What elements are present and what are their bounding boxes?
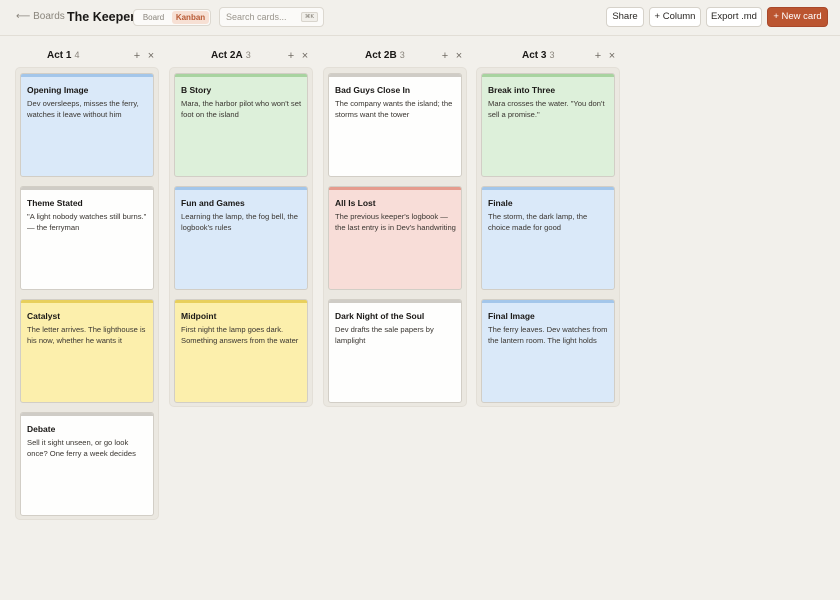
column-act-1: Opening Image Dev oversleeps, misses the … xyxy=(15,67,159,520)
column-title-label: Act 2A xyxy=(211,50,243,61)
column-title: Act 2B 3 xyxy=(365,50,405,61)
card-color-strip xyxy=(21,413,153,416)
story-card[interactable]: Dark Night of the Soul Dev drafts the sal… xyxy=(328,299,462,403)
card-title: Bad Guys Close In xyxy=(335,85,411,95)
column-header-act-2a: Act 2A 3 + × xyxy=(169,50,309,64)
card-title: Catalyst xyxy=(27,311,61,321)
story-card[interactable]: Opening Image Dev oversleeps, misses the … xyxy=(20,73,154,177)
column-card-count: 3 xyxy=(399,50,405,60)
card-description: Mara crosses the water. "You don't sell … xyxy=(488,99,605,119)
card-description: Sell it sight unseen, or go look once? O… xyxy=(27,438,136,458)
card-title: Debate xyxy=(27,424,56,434)
story-card[interactable]: All Is Lost The previous keeper's logbook… xyxy=(328,186,462,290)
board-title: The Keeper xyxy=(67,10,136,24)
column-header-act-2b: Act 2B 3 + × xyxy=(323,50,463,64)
share-button[interactable]: Share xyxy=(606,7,644,27)
column-header-act-1: Act 1 4 + × xyxy=(15,50,155,64)
story-card[interactable]: Break into Three Mara crosses the water. … xyxy=(481,73,615,177)
card-description: First night the lamp goes dark. Somethin… xyxy=(181,325,299,345)
card-color-strip xyxy=(21,187,153,190)
card-color-strip xyxy=(175,74,307,77)
card-description: Mara, the harbor pilot who won't set foo… xyxy=(181,99,302,119)
card-color-strip xyxy=(329,300,461,303)
column-title: Act 33 xyxy=(522,50,554,61)
story-card[interactable]: Bad Guys Close In The company wants the i… xyxy=(328,73,462,177)
view-board-button[interactable]: Board xyxy=(135,11,172,24)
story-card[interactable]: Finale The storm, the dark lamp, the choi… xyxy=(481,186,615,290)
card-title: Break into Three xyxy=(488,85,556,95)
card-title: Opening Image xyxy=(27,85,89,95)
back-to-boards-link[interactable]: ⟵ Boards xyxy=(16,11,65,22)
story-card[interactable]: Midpoint First night the lamp goes dark. … xyxy=(174,299,308,403)
card-title: B Story xyxy=(181,85,212,95)
story-card[interactable]: Theme Stated "A light nobody watches stil… xyxy=(20,186,154,290)
story-card[interactable]: Fun and Games Learning the lamp, the fog … xyxy=(174,186,308,290)
search-input[interactable] xyxy=(226,10,304,24)
card-description: Dev oversleeps, misses the ferry, watche… xyxy=(27,99,139,119)
card-color-strip xyxy=(175,300,307,303)
card-title: Finale xyxy=(488,198,513,208)
add-column-button[interactable]: + Column xyxy=(649,7,701,27)
column-title: Act 14 xyxy=(47,50,79,61)
card-title: All Is Lost xyxy=(335,198,376,208)
view-kanban-button[interactable]: Kanban xyxy=(172,11,209,24)
card-color-strip xyxy=(21,300,153,303)
card-description: The previous keeper's logbook — the last… xyxy=(335,212,456,232)
card-title: Theme Stated xyxy=(27,198,83,208)
column-act-2a: B Story Mara, the harbor pilot who won't … xyxy=(169,67,313,407)
top-bar: ⟵ Boards The Keeper Board Kanban ⌘K Shar… xyxy=(0,0,840,36)
add-card-icon[interactable]: + xyxy=(593,50,603,62)
card-title: Midpoint xyxy=(181,311,217,321)
card-color-strip xyxy=(21,74,153,77)
close-column-icon[interactable]: × xyxy=(454,50,464,62)
column-header-act-3: Act 3 3 + × xyxy=(476,50,616,64)
card-description: The company wants the island; the storms… xyxy=(335,99,453,119)
story-card[interactable]: B Story Mara, the harbor pilot who won't … xyxy=(174,73,308,177)
column-card-count: 3 xyxy=(549,50,555,60)
card-description: The storm, the dark lamp, the choice mad… xyxy=(488,212,588,232)
card-description: Learning the lamp, the fog bell, the log… xyxy=(181,212,298,232)
story-card[interactable]: Catalyst The letter arrives. The lighthou… xyxy=(20,299,154,403)
story-card[interactable]: Debate Sell it sight unseen, or go look o… xyxy=(20,412,154,516)
add-card-icon[interactable]: + xyxy=(440,50,450,62)
card-description: The letter arrives. The lighthouse is hi… xyxy=(27,325,146,345)
card-description: Dev drafts the sale papers by lamplight xyxy=(335,325,434,345)
card-title: Fun and Games xyxy=(181,198,245,208)
column-title-label: Act 1 xyxy=(47,50,72,61)
card-color-strip xyxy=(329,74,461,77)
close-column-icon[interactable]: × xyxy=(300,50,310,62)
column-card-count: 4 xyxy=(74,50,80,60)
add-card-icon[interactable]: + xyxy=(286,50,296,62)
search-shortcut-hint: ⌘K xyxy=(300,12,318,22)
new-card-button[interactable]: + New card xyxy=(767,7,828,27)
card-color-strip xyxy=(482,187,614,190)
close-column-icon[interactable]: × xyxy=(146,50,156,62)
column-title-label: Act 2B xyxy=(365,50,397,61)
export-md-button[interactable]: Export .md xyxy=(706,7,762,27)
card-color-strip xyxy=(482,74,614,77)
column-act-2b: Bad Guys Close In The company wants the i… xyxy=(323,67,467,407)
search-box: ⌘K xyxy=(219,7,324,27)
card-color-strip xyxy=(329,187,461,190)
story-card[interactable]: Final Image The ferry leaves. Dev watches… xyxy=(481,299,615,403)
card-color-strip xyxy=(482,300,614,303)
close-column-icon[interactable]: × xyxy=(607,50,617,62)
card-title: Final Image xyxy=(488,311,535,321)
column-title: Act 2A 3 xyxy=(211,50,251,61)
view-toggle: Board Kanban xyxy=(133,9,211,26)
card-description: "A light nobody watches still burns." — … xyxy=(27,212,147,232)
card-title: Dark Night of the Soul xyxy=(335,311,425,321)
column-card-count: 3 xyxy=(245,50,251,60)
add-card-icon[interactable]: + xyxy=(132,50,142,62)
column-act-3: Break into Three Mara crosses the water. … xyxy=(476,67,620,407)
card-color-strip xyxy=(175,187,307,190)
column-title-label: Act 3 xyxy=(522,50,547,61)
card-description: The ferry leaves. Dev watches from the l… xyxy=(488,325,608,345)
